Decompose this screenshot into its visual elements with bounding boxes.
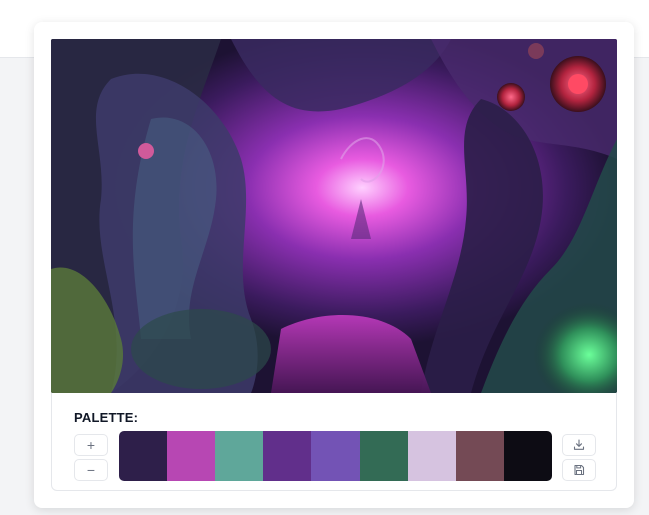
plus-icon: + xyxy=(86,437,96,453)
minus-icon: − xyxy=(86,462,96,478)
color-swatch[interactable] xyxy=(119,431,168,481)
palette-swatches xyxy=(119,431,552,481)
save-icon xyxy=(574,464,585,476)
add-color-button[interactable]: + xyxy=(74,434,108,456)
download-button[interactable] xyxy=(562,434,596,456)
color-swatch[interactable] xyxy=(359,431,408,481)
source-image xyxy=(51,39,617,393)
color-swatch[interactable] xyxy=(311,431,360,481)
save-button[interactable] xyxy=(562,459,596,481)
color-swatch[interactable] xyxy=(407,431,456,481)
color-swatch[interactable] xyxy=(263,431,312,481)
color-swatch[interactable] xyxy=(167,431,216,481)
remove-color-button[interactable]: − xyxy=(74,459,108,481)
color-swatch[interactable] xyxy=(455,431,504,481)
color-swatch[interactable] xyxy=(215,431,264,481)
palette-panel: PALETTE: + − xyxy=(51,393,617,491)
palette-title: PALETTE: xyxy=(74,410,139,425)
download-icon xyxy=(573,439,585,450)
color-swatch[interactable] xyxy=(503,431,552,481)
palette-card: PALETTE: + − xyxy=(34,22,634,508)
